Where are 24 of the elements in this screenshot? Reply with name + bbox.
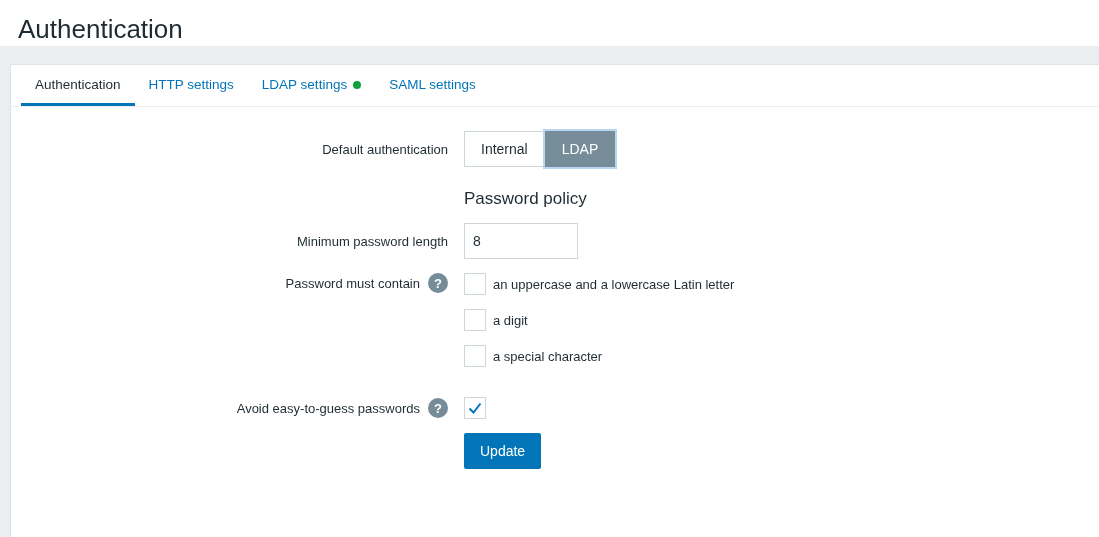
checkbox[interactable]: [464, 309, 486, 331]
checkbox-label: a special character: [493, 348, 603, 364]
segment-option[interactable]: Internal: [464, 131, 545, 167]
segment-option[interactable]: LDAP: [544, 131, 616, 167]
checkbox[interactable]: [464, 273, 486, 295]
field-label: Minimum password length: [297, 233, 448, 249]
check-icon: [468, 402, 482, 414]
section-heading: Password policy: [464, 189, 588, 209]
checkbox[interactable]: [464, 397, 486, 419]
help-icon[interactable]: ?: [428, 398, 448, 418]
checkbox-label: a digit: [493, 312, 528, 328]
field-label: Avoid easy-to-guess passwords: [236, 400, 420, 416]
field-label: Default authentication: [322, 141, 448, 157]
tab[interactable]: HTTP settings: [134, 65, 248, 106]
help-icon[interactable]: ?: [428, 273, 448, 293]
update-button[interactable]: Update: [464, 433, 542, 469]
checkbox-label: an uppercase and a lowercase Latin letter: [493, 276, 735, 292]
tab[interactable]: SAML settings: [375, 65, 490, 106]
field-label: Password must contain: [285, 275, 420, 291]
tab[interactable]: Authentication: [21, 65, 135, 106]
input-field[interactable]: 8: [464, 223, 578, 259]
checkbox[interactable]: [464, 345, 486, 367]
tab[interactable]: LDAP settings: [247, 65, 376, 106]
page-title: Authentication: [17, 13, 184, 46]
